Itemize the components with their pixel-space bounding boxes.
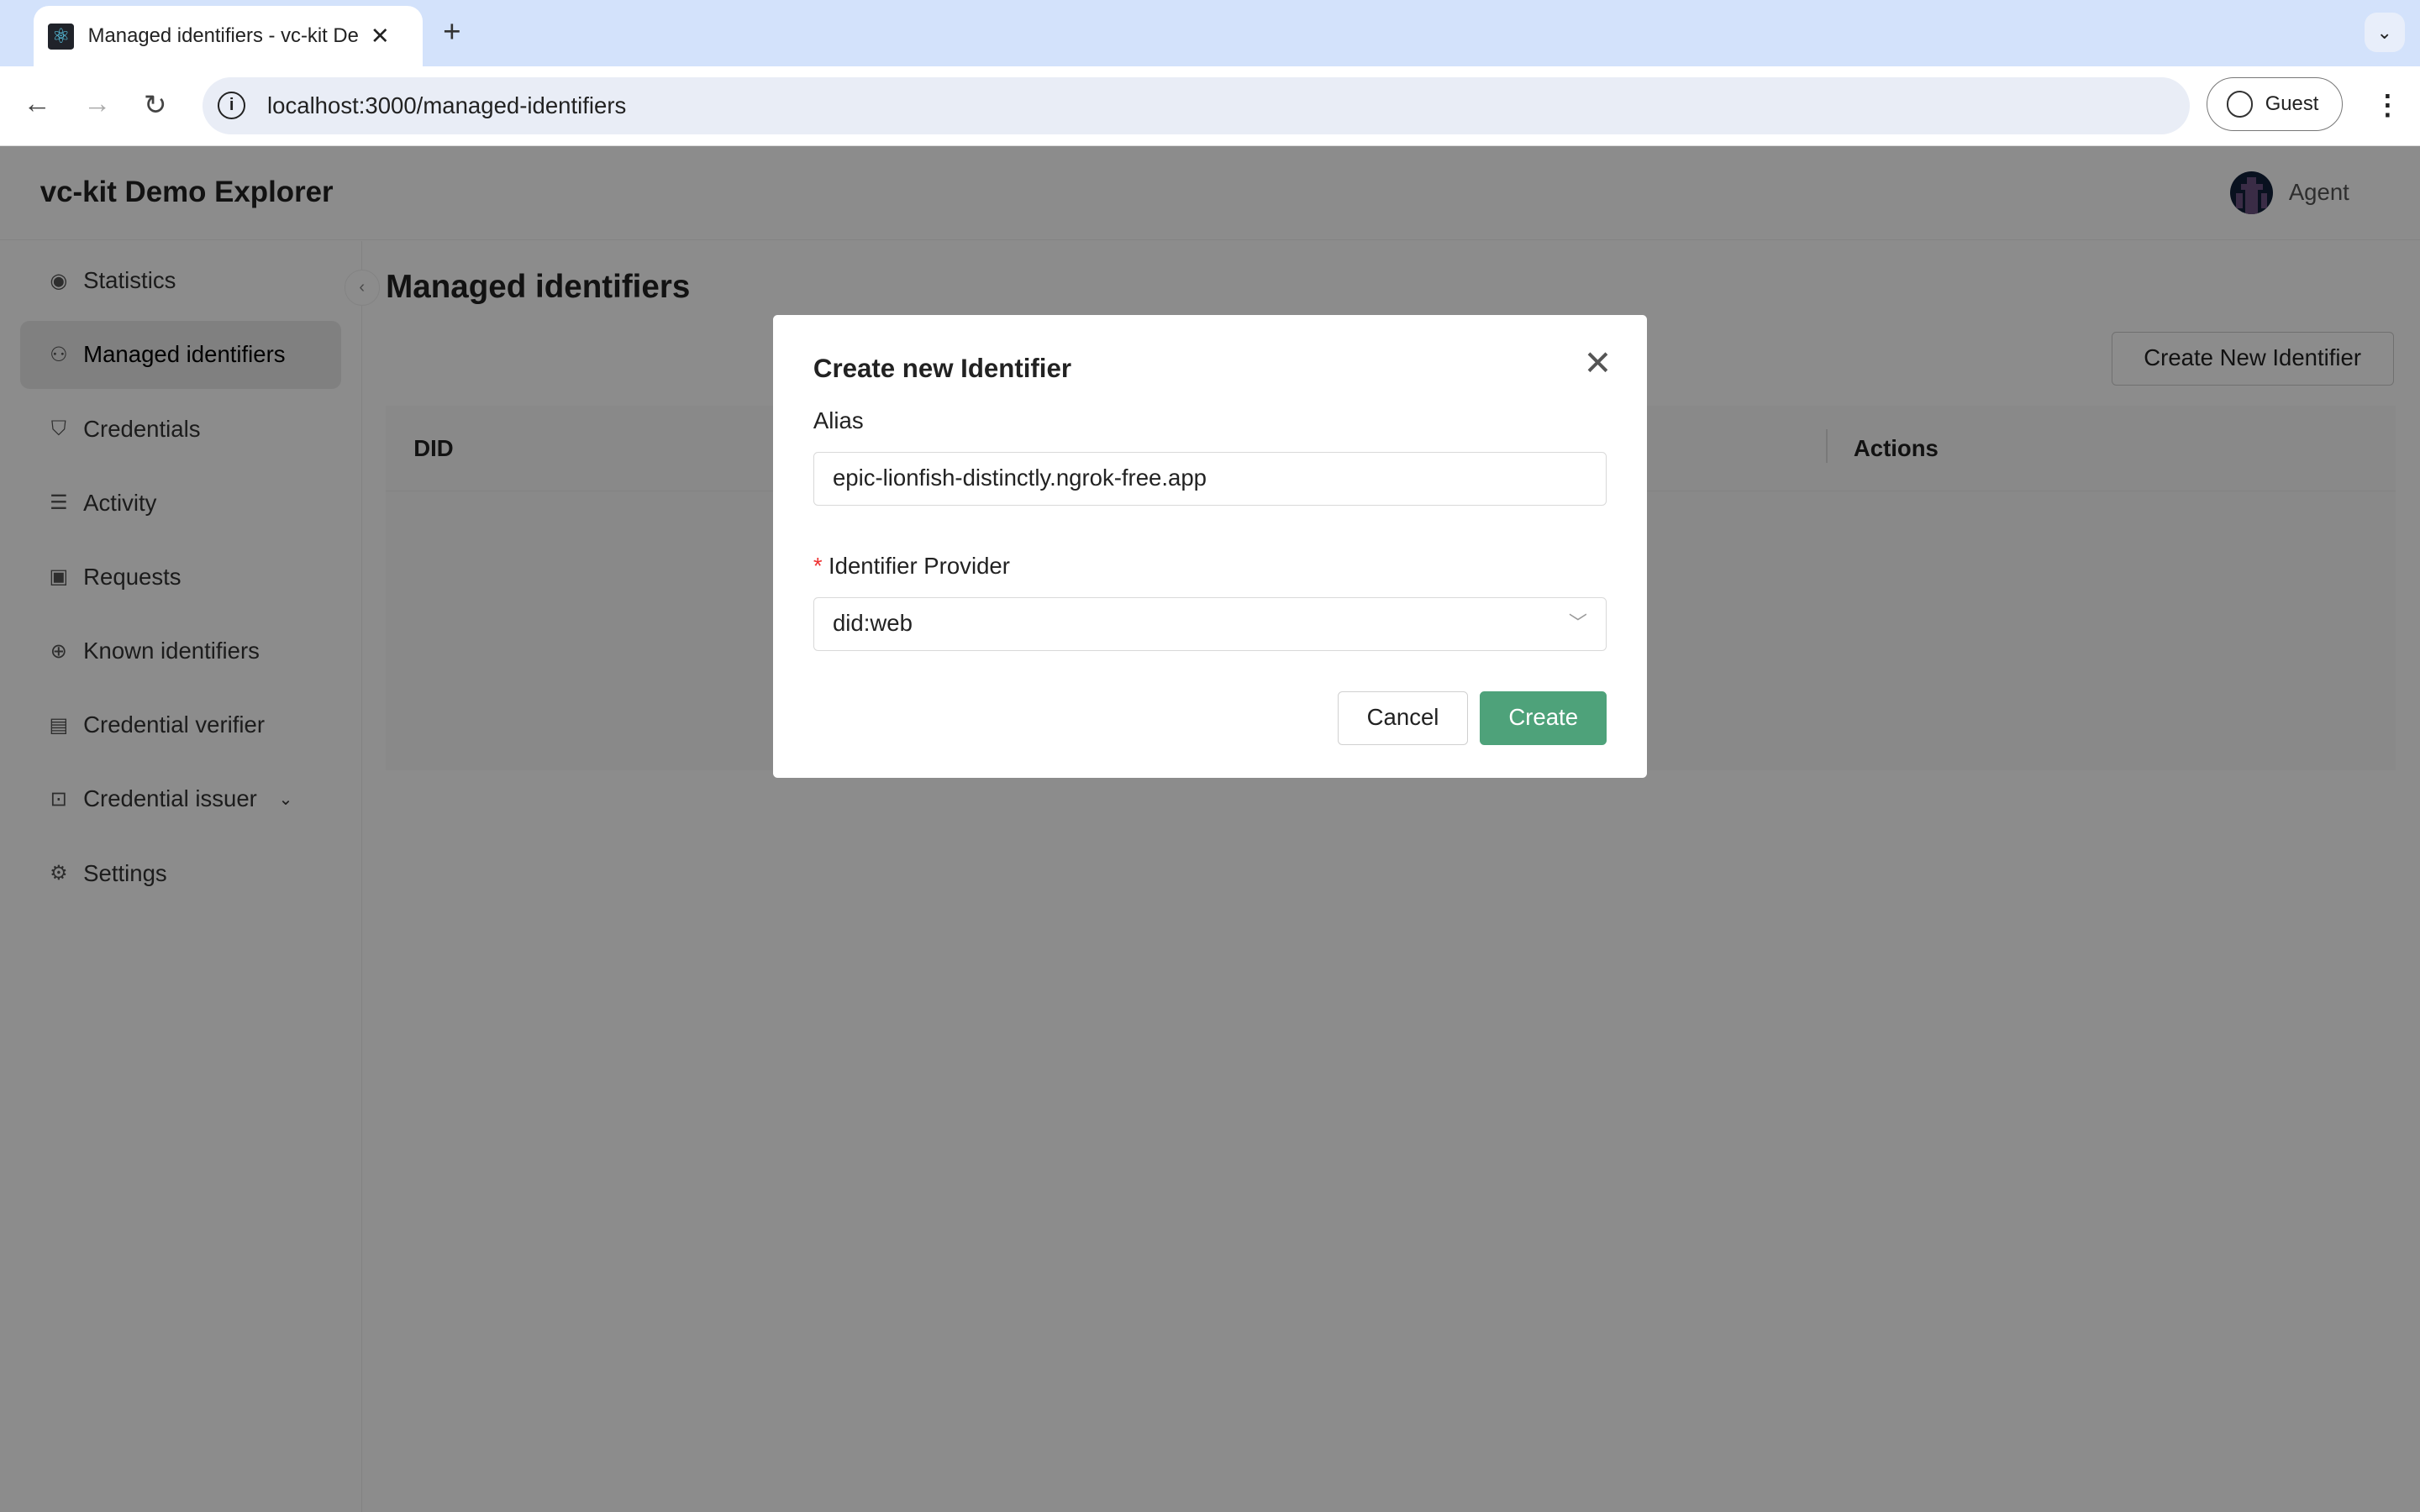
provider-select[interactable]: did:web ﹀: [813, 596, 1607, 652]
reload-icon[interactable]: ↻: [144, 88, 167, 122]
tab-title: Managed identifiers - vc-kit Demo Explor…: [87, 24, 359, 48]
provider-value: did:web: [832, 609, 913, 636]
cancel-button[interactable]: Cancel: [1338, 690, 1468, 746]
alias-label: Alias: [813, 407, 864, 433]
create-identifier-dialog: Create new Identifier ✕ Alias epic-lionf…: [773, 314, 1647, 778]
create-button[interactable]: Create: [1480, 690, 1607, 746]
account-icon: [2226, 91, 2254, 118]
profile-label: Guest: [2265, 92, 2319, 115]
info-icon[interactable]: i: [217, 92, 246, 120]
chevron-down-icon: ﹀: [1568, 612, 1587, 633]
tab-strip: ⚛ Managed identifiers - vc-kit Demo Expl…: [0, 0, 2420, 66]
profile-button[interactable]: Guest: [2207, 76, 2344, 132]
url-text[interactable]: localhost:3000/managed-identifiers: [267, 92, 626, 119]
browser-tab[interactable]: ⚛ Managed identifiers - vc-kit Demo Expl…: [34, 6, 424, 66]
close-tab-icon[interactable]: ✕: [371, 23, 390, 50]
address-bar[interactable]: i localhost:3000/managed-identifiers: [202, 76, 2191, 134]
close-icon[interactable]: ✕: [1583, 343, 1612, 383]
forward-icon[interactable]: →: [83, 88, 111, 120]
dialog-title: Create new Identifier: [813, 353, 1071, 383]
new-tab-button[interactable]: +: [443, 14, 460, 50]
react-favicon-icon: ⚛: [47, 23, 75, 50]
provider-label: * Identifier Provider: [813, 552, 1010, 579]
more-menu-icon[interactable]: ⋮: [2374, 88, 2402, 122]
browser-toolbar: ← → ↻ i localhost:3000/managed-identifie…: [0, 66, 2420, 146]
alias-input[interactable]: epic-lionfish-distinctly.ngrok-free.app: [813, 452, 1607, 507]
tab-search-button[interactable]: ⌄: [2364, 12, 2405, 53]
back-icon[interactable]: ←: [24, 88, 51, 120]
